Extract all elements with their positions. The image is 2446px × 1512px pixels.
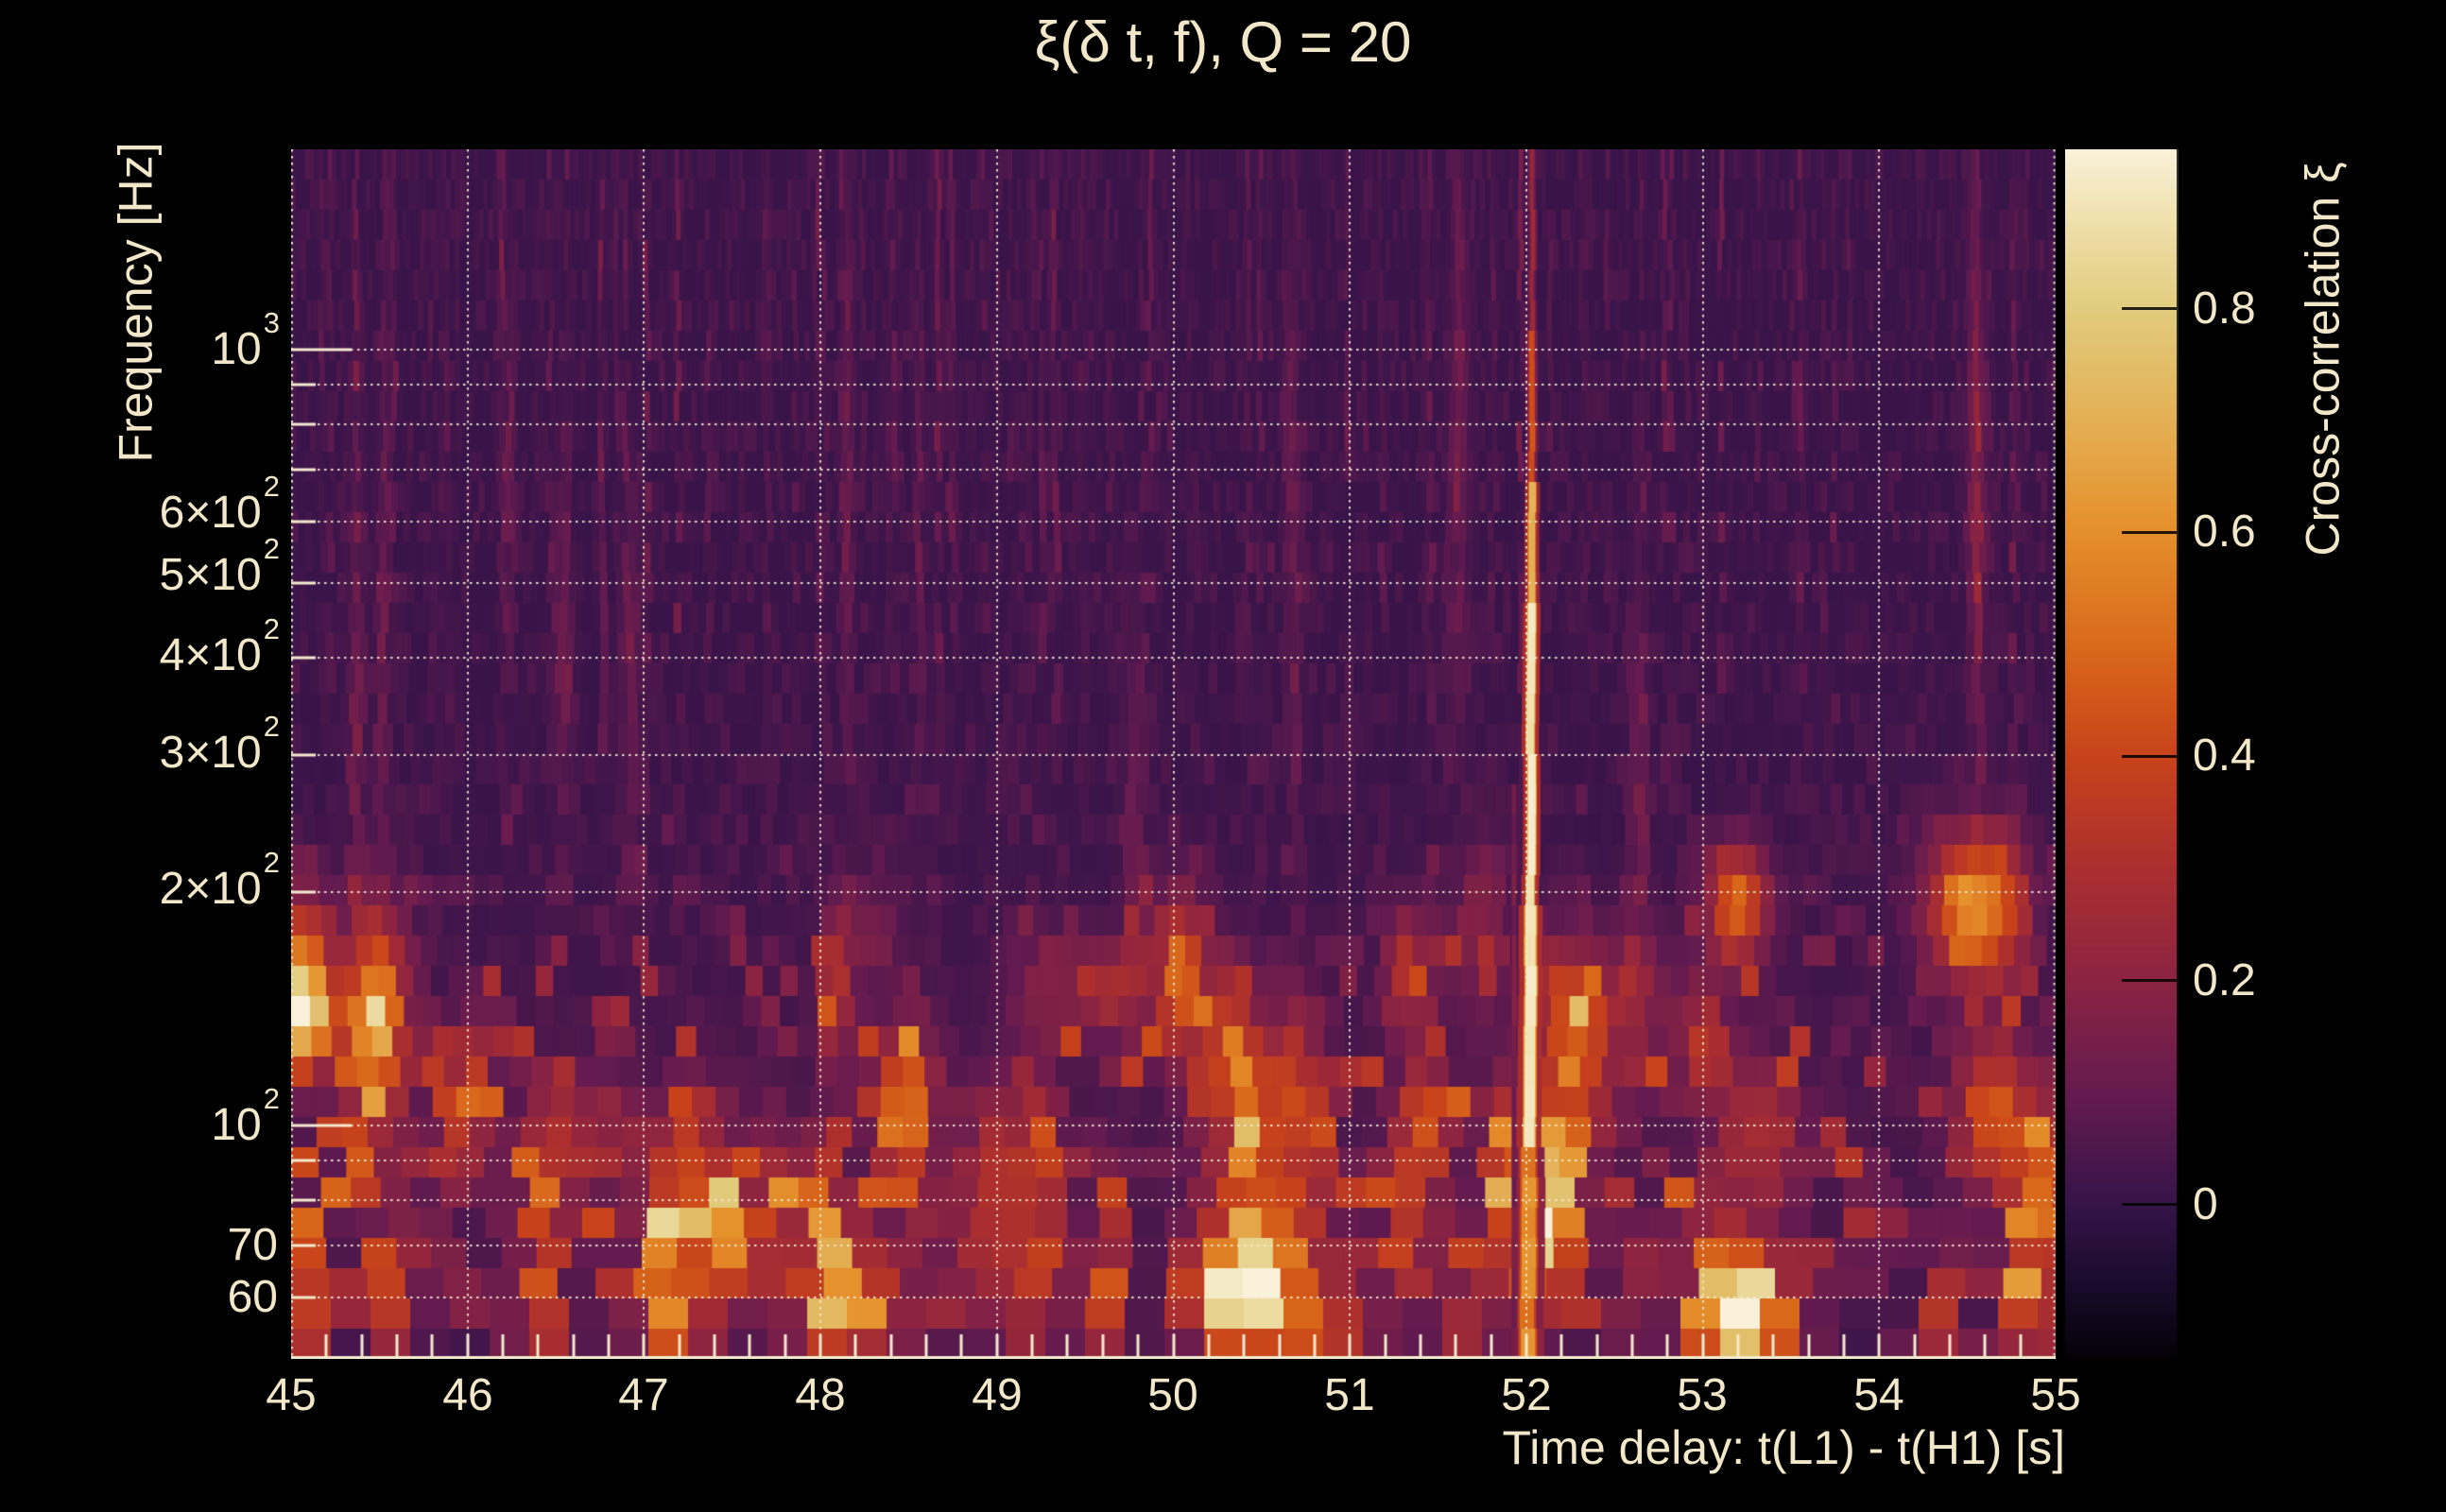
- x-tick-50: 50: [1147, 1370, 1198, 1420]
- colorbar-label-0: 0: [2193, 1179, 2218, 1229]
- x-tick-46: 46: [442, 1370, 493, 1420]
- colorbar-tick: [2122, 531, 2177, 534]
- y-tick-70: 70: [227, 1220, 278, 1270]
- colorbar-label-0.6: 0.6: [2193, 507, 2256, 557]
- x-tick-52: 52: [1501, 1370, 1552, 1420]
- y-tick-600: 6×102: [159, 470, 280, 538]
- x-axis-label: Time delay: t(L1) - t(H1) [s]: [1502, 1421, 2065, 1474]
- colorbar-tick: [2122, 1203, 2177, 1206]
- colorbar-label-0.2: 0.2: [2193, 955, 2256, 1005]
- y-tick-60: 60: [227, 1272, 278, 1322]
- colorbar-tick: [2122, 307, 2177, 310]
- x-tick-55: 55: [2030, 1370, 2081, 1420]
- y-axis-label: Frequency [Hz]: [109, 142, 163, 463]
- figure-page: { "title": "ξ(δ t, f), Q = 20", "x_axis"…: [0, 0, 2446, 1512]
- y-tick-500: 5×102: [159, 532, 280, 600]
- spectrogram-heatmap: [291, 149, 2056, 1359]
- colorbar-label-0.8: 0.8: [2193, 284, 2256, 334]
- colorbar-tick: [2122, 979, 2177, 982]
- y-tick-1000: 103: [211, 306, 280, 374]
- y-tick-100: 102: [211, 1082, 280, 1150]
- x-tick-54: 54: [1853, 1370, 1904, 1420]
- colorbar-axis-label: Cross-correlation ξ: [2296, 162, 2350, 557]
- y-tick-200: 2×102: [159, 846, 280, 914]
- y-tick-300: 3×102: [159, 710, 280, 778]
- y-tick-400: 4×102: [159, 612, 280, 680]
- x-tick-45: 45: [266, 1370, 317, 1420]
- x-tick-49: 49: [972, 1370, 1023, 1420]
- x-tick-53: 53: [1677, 1370, 1728, 1420]
- plot-title: ξ(δ t, f), Q = 20: [1034, 10, 1412, 74]
- colorbar-tick: [2122, 755, 2177, 758]
- colorbar: [2065, 149, 2179, 1359]
- colorbar-label-0.4: 0.4: [2193, 730, 2256, 781]
- x-tick-51: 51: [1324, 1370, 1375, 1420]
- x-tick-48: 48: [795, 1370, 846, 1420]
- x-tick-47: 47: [618, 1370, 669, 1420]
